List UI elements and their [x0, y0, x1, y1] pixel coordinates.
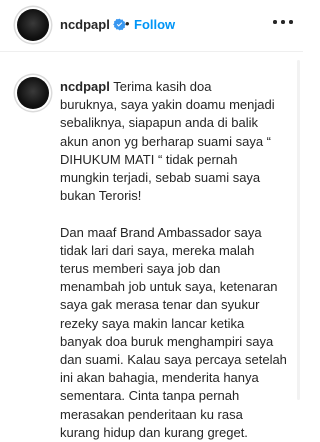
- caption-line: DIHUKUM MATI “ tidak pernah: [60, 151, 238, 167]
- caption-line: rezeky saya makin lancar ketika: [60, 315, 245, 331]
- post-caption: ncdpapl Terima kasih doa buruknya, saya …: [60, 78, 292, 442]
- caption-line: mungkin terjadi, sebab suami saya: [60, 170, 261, 186]
- scrollbar[interactable]: [297, 60, 300, 400]
- avatar[interactable]: [17, 9, 49, 41]
- caption-line: buruknya, saya yakin doamu menjadi: [60, 97, 275, 113]
- caption-line: tidak lari dari saya, mereka malah: [60, 242, 255, 258]
- caption-line: sementara. Cinta tanpa pernah: [60, 388, 240, 404]
- header-username[interactable]: ncdpapl: [60, 17, 110, 32]
- caption-line: Dan maaf Brand Ambassador saya: [60, 224, 262, 240]
- caption-line: saya gak merasa tenar dan syukur: [60, 297, 260, 313]
- more-options-icon[interactable]: [273, 15, 293, 29]
- separator-dot: •: [125, 16, 130, 31]
- verified-badge-icon: [113, 18, 126, 31]
- caption-text: ncdpapl Terima kasih doa buruknya, saya …: [60, 78, 292, 442]
- caption-line: dan suami. Kalau saya percaya setelah: [60, 352, 287, 368]
- comment-avatar[interactable]: [17, 77, 49, 109]
- follow-button[interactable]: Follow: [134, 17, 175, 32]
- header-username-row: ncdpapl: [60, 17, 126, 32]
- caption-line: menambah job untuk saya, ketenaran: [60, 279, 278, 295]
- caption-line: terus memberi saya job dan: [60, 261, 221, 277]
- caption-line: merasakan penderitaan ku rasa: [60, 406, 243, 422]
- caption-line: banyak doa buruk menghampiri saya: [60, 333, 274, 349]
- caption-line: Terima kasih doa: [109, 79, 212, 94]
- caption-line: ini akan bahagia, menderita hanya: [60, 370, 259, 386]
- caption-line: bukan Teroris!: [60, 188, 142, 204]
- caption-line: akun anon yg berharap suami saya “: [60, 133, 272, 149]
- caption-line: sebaliknya, siapapun anda di balik: [60, 115, 259, 131]
- caption-username[interactable]: ncdpapl: [60, 79, 110, 94]
- caption-body: Terima kasih doa buruknya, saya yakin do…: [60, 79, 287, 440]
- caption-line: kurang hidup dan kurang greget.: [60, 424, 248, 440]
- post-header: ncdpapl • Follow: [0, 0, 303, 52]
